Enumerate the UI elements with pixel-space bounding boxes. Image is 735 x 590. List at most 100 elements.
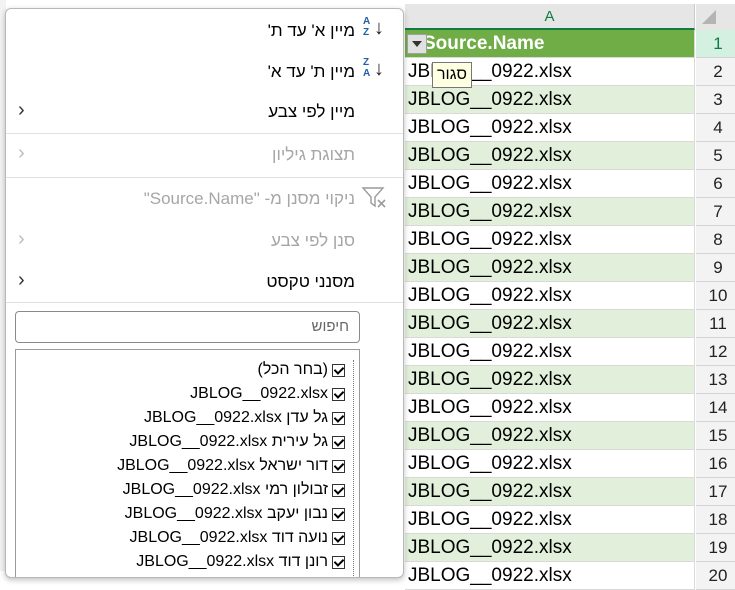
chevron-left-icon[interactable]: ‹ <box>18 99 25 122</box>
clear-filter-label: ניקוי מסנן מ- "Source.Name" <box>143 189 355 208</box>
table-cell[interactable]: JBLOG__0922.xlsx <box>405 366 695 394</box>
row-number[interactable]: 19 <box>696 534 735 562</box>
column-header-a[interactable]: A <box>405 4 695 30</box>
row-number[interactable]: 11 <box>696 310 735 338</box>
tree-connector <box>352 360 354 577</box>
list-item[interactable]: גל עירית JBLOG__0922.xlsx <box>129 430 345 454</box>
sort-z-to-a-icon: Z A ↓ <box>361 57 389 83</box>
list-item-label: זבולון רמי JBLOG__0922.xlsx <box>122 481 328 498</box>
row-number[interactable]: 18 <box>696 506 735 534</box>
checkbox[interactable] <box>332 435 345 449</box>
column-header-row: A <box>405 4 735 30</box>
table-cell[interactable]: JBLOG__0922.xlsx <box>405 310 695 338</box>
table-row: JBLOG__0922.xlsx 15 <box>405 422 735 450</box>
list-item-label: גל עדן JBLOG__0922.xlsx <box>143 409 328 426</box>
list-item[interactable]: JBLOG__0922.xlsx <box>190 382 345 406</box>
table-row: JBLOG__0922.xlsx 20 <box>405 562 735 590</box>
row-number[interactable]: 8 <box>696 226 735 254</box>
text-filters-item[interactable]: מסנני טקסט <box>266 272 355 292</box>
table-cell[interactable]: JBLOG__0922.xlsx <box>405 170 695 198</box>
row-number[interactable]: 10 <box>696 282 735 310</box>
list-item[interactable]: נבון יעקב JBLOG__0922.xlsx <box>125 502 345 526</box>
select-all-triangle-icon <box>702 10 716 24</box>
filter-dropdown-button[interactable] <box>407 34 427 54</box>
checkbox[interactable] <box>332 531 345 545</box>
row-number[interactable]: 7 <box>696 198 735 226</box>
table-cell[interactable]: JBLOG__0922.xlsx <box>405 394 695 422</box>
table-row: JBLOG__0922.xlsx 11 <box>405 310 735 338</box>
table-row: JBLOG__0922.xlsx 16 <box>405 450 735 478</box>
filter-values-list[interactable]: (בחר הכל) JBLOG__0922.xlsx גל עדן JBLOG__0… <box>15 349 360 577</box>
sort-by-color-item[interactable]: מיין לפי צבע <box>268 102 355 122</box>
select-all-corner[interactable] <box>696 4 735 30</box>
table-row: JBLOG__0922.xlsx 19 <box>405 534 735 562</box>
row-number[interactable]: 14 <box>696 394 735 422</box>
list-item[interactable]: זבולון רמי JBLOG__0922.xlsx <box>123 478 345 502</box>
list-item[interactable]: נועה דוד JBLOG__0922.xlsx <box>130 526 345 550</box>
table-cell[interactable]: JBLOG__0922.xlsx <box>405 226 695 254</box>
chevron-left-icon: ‹ <box>18 228 25 250</box>
row-number[interactable]: 3 <box>696 86 735 114</box>
filter-menu: מיין א' עד ת' A Z ↓ מיין ת' עד א' Z A ↓ … <box>5 8 404 578</box>
table-cell[interactable]: JBLOG__0922.xlsx <box>405 506 695 534</box>
table-row: JBLOG__0922.xlsx 6 <box>405 170 735 198</box>
table-row: JBLOG__0922.xlsx 3 <box>405 86 735 114</box>
row-number[interactable]: 6 <box>696 170 735 198</box>
row-number[interactable]: 4 <box>696 114 735 142</box>
row-number[interactable]: 17 <box>696 478 735 506</box>
sheet-rows: Source.Name 1 JBLOG__0922.xlsx 2 JBLOG__0922… <box>405 30 735 590</box>
table-cell[interactable]: JBLOG__0922.xlsx <box>405 338 695 366</box>
table-row: JBLOG__0922.xlsx 12 <box>405 338 735 366</box>
select-all-item[interactable]: (בחר הכל) <box>258 358 345 382</box>
sort-descending-label: מיין ת' עד א' <box>267 62 355 81</box>
checkbox[interactable] <box>332 555 345 569</box>
table-cell[interactable]: JBLOG__0922.xlsx <box>405 142 695 170</box>
table-row: JBLOG__0922.xlsx 8 <box>405 226 735 254</box>
table-cell[interactable]: JBLOG__0922.xlsx <box>405 450 695 478</box>
sort-icon-top-letter: Z <box>363 57 370 68</box>
checkbox[interactable] <box>332 387 345 401</box>
list-item[interactable]: דור ישראל JBLOG__0922.xlsx <box>117 454 345 478</box>
chevron-left-icon[interactable]: ‹ <box>18 269 25 292</box>
list-item-label: רונן דוד JBLOG__0922.xlsx <box>136 553 328 570</box>
row-number[interactable]: 1 <box>696 30 735 58</box>
menu-separator <box>6 302 403 303</box>
search-input[interactable]: חיפוש <box>15 311 360 343</box>
table-row: JBLOG__0922.xlsx 9 <box>405 254 735 282</box>
list-item[interactable]: גל עדן JBLOG__0922.xlsx <box>144 406 345 430</box>
checkbox[interactable] <box>332 483 345 497</box>
row-number[interactable]: 16 <box>696 450 735 478</box>
table-cell[interactable]: JBLOG__0922.xlsx <box>405 114 695 142</box>
table-cell[interactable]: JBLOG__0922.xlsx <box>405 86 695 114</box>
row-number[interactable]: 13 <box>696 366 735 394</box>
list-item[interactable]: רונן דוד JBLOG__0922.xlsx <box>136 550 345 574</box>
list-item-label: גל עירית JBLOG__0922.xlsx <box>129 433 328 450</box>
table-cell[interactable]: JBLOG__0922.xlsx <box>405 422 695 450</box>
table-cell[interactable]: JBLOG__0922.xlsx <box>405 282 695 310</box>
checkbox[interactable] <box>332 363 345 377</box>
row-number[interactable]: 12 <box>696 338 735 366</box>
down-arrow-icon: ↓ <box>374 58 384 80</box>
row-number[interactable]: 20 <box>696 562 735 590</box>
table-cell[interactable]: JBLOG__0922.xlsx <box>405 562 695 590</box>
row-number[interactable]: 15 <box>696 422 735 450</box>
row-number[interactable]: 9 <box>696 254 735 282</box>
checkbox[interactable] <box>332 411 345 425</box>
table-row: JBLOG__0922.xlsx 18 <box>405 506 735 534</box>
table-row: JBLOG__0922.xlsx 10 <box>405 282 735 310</box>
sort-ascending-item[interactable]: מיין א' עד ת' <box>268 21 355 41</box>
table-cell[interactable]: JBLOG__0922.xlsx <box>405 534 695 562</box>
table-cell[interactable]: JBLOG__0922.xlsx <box>405 478 695 506</box>
table-cell[interactable]: JBLOG__0922.xlsx <box>405 254 695 282</box>
table-cell[interactable]: JBLOG__0922.xlsx <box>405 198 695 226</box>
row-number[interactable]: 5 <box>696 142 735 170</box>
checkbox[interactable] <box>332 459 345 473</box>
row-number[interactable]: 2 <box>696 58 735 86</box>
checkbox[interactable] <box>332 507 345 521</box>
sort-descending-item[interactable]: מיין ת' עד א' <box>268 62 355 82</box>
sort-ascending-label: מיין א' עד ת' <box>267 21 355 40</box>
header-cell[interactable]: Source.Name <box>405 30 695 58</box>
list-item-label: JBLOG__0922.xlsx <box>190 385 328 402</box>
list-item-label: (בחר הכל) <box>257 361 328 378</box>
text-filters-label: מסנני טקסט <box>266 272 355 291</box>
